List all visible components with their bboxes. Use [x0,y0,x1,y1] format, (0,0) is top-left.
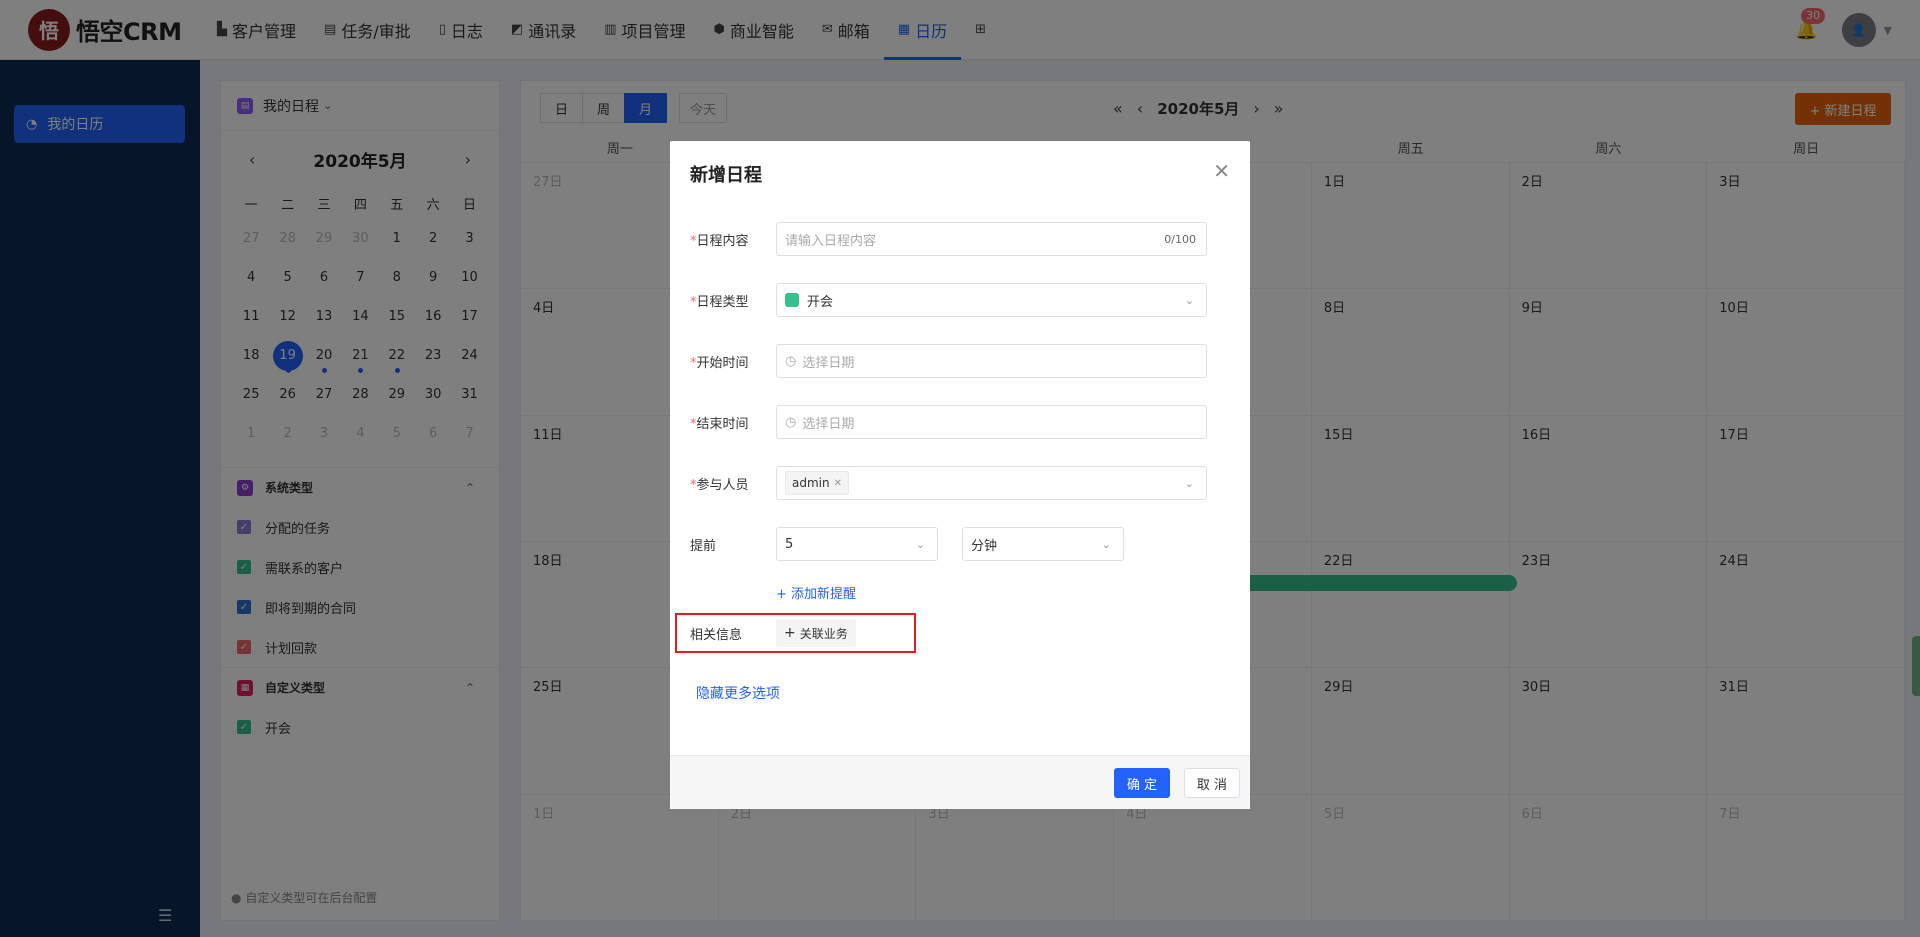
remind-value-select[interactable]: 5 ⌄ [776,527,938,561]
content-row: *日程内容 请输入日程内容 0/100 [690,222,1207,256]
remind-value: 5 [785,536,794,552]
end-placeholder: 选择日期 [802,416,855,432]
end-label: *结束时间 [690,416,749,432]
type-color-swatch [785,293,799,307]
new-schedule-dialog: 新增日程 ✕ *日程内容 请输入日程内容 0/100 *日程类型 开会 ⌄ *开… [670,141,1250,809]
participants-label: *参与人员 [690,477,749,493]
clock-icon: ◷ [785,414,797,430]
content-input[interactable]: 请输入日程内容 0/100 [776,222,1207,256]
remind-unit-select[interactable]: 分钟 ⌄ [962,527,1124,561]
start-time-row: *开始时间 ◷ 选择日期 [690,344,1207,378]
chevron-down-icon: ⌄ [1101,537,1111,551]
end-time-row: *结束时间 ◷ 选择日期 [690,405,1207,439]
end-date-picker[interactable]: ◷ 选择日期 [776,405,1207,439]
start-label: *开始时间 [690,355,749,371]
side-scroll-handle[interactable] [1912,636,1920,696]
highlight-box [675,613,916,653]
dialog-title: 新增日程 [690,165,762,186]
remind-label: 提前 [690,538,717,554]
participants-select[interactable]: admin ✕ ⌄ [776,466,1207,500]
close-icon[interactable]: ✕ [1213,159,1230,183]
clock-icon: ◷ [785,353,797,369]
type-row: *日程类型 开会 ⌄ [690,283,1207,317]
type-select[interactable]: 开会 ⌄ [776,283,1207,317]
hide-more-options-link[interactable]: 隐藏更多选项 [696,683,780,703]
cancel-button[interactable]: 取 消 [1184,768,1240,798]
chevron-down-icon: ⌄ [1184,476,1194,490]
dialog-footer: 确 定 取 消 [670,755,1250,809]
remind-unit: 分钟 [971,538,998,554]
remind-row: 提前 5 ⌄ 分钟 ⌄ [690,527,1124,561]
start-placeholder: 选择日期 [802,355,855,371]
add-reminder-link[interactable]: + 添加新提醒 [776,583,856,602]
content-placeholder: 请输入日程内容 [785,233,877,249]
participant-tag: admin ✕ [785,471,849,495]
participants-row: *参与人员 admin ✕ ⌄ [690,466,1207,500]
char-counter: 0/100 [1164,232,1196,246]
remove-tag-icon[interactable]: ✕ [834,478,842,489]
type-value: 开会 [807,294,834,310]
confirm-button[interactable]: 确 定 [1114,768,1170,798]
chevron-down-icon: ⌄ [915,537,925,551]
type-label: *日程类型 [690,294,749,310]
chevron-down-icon: ⌄ [1184,293,1194,307]
start-date-picker[interactable]: ◷ 选择日期 [776,344,1207,378]
content-label: *日程内容 [690,233,749,249]
